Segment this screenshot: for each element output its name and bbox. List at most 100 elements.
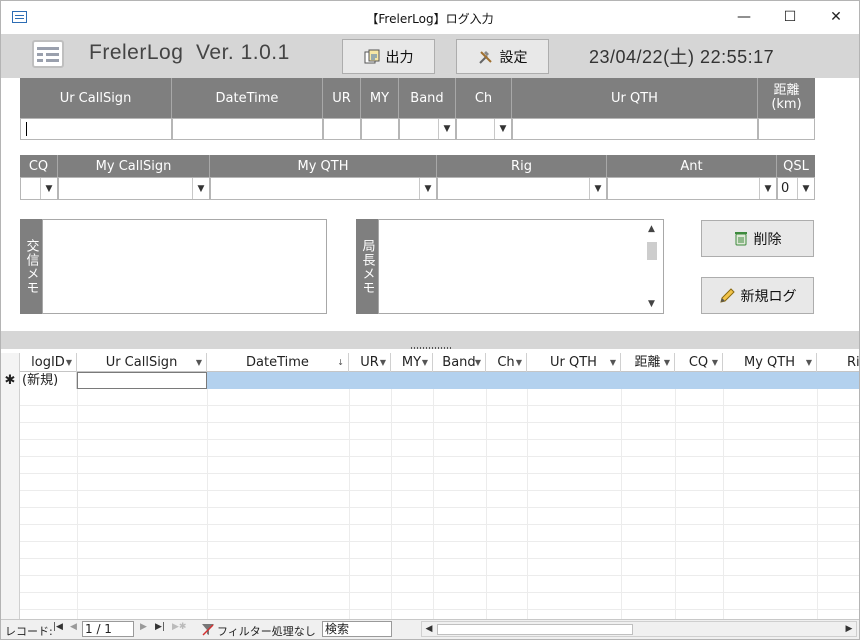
chevron-down-icon[interactable]: ▼: [589, 178, 606, 199]
current-record-input[interactable]: 1 / 1: [82, 621, 134, 637]
column-header-distance[interactable]: 距離 ▼: [621, 353, 675, 372]
header-ur: UR: [323, 78, 361, 118]
column-header-logid[interactable]: logID ▼: [20, 353, 77, 372]
pencil-icon: [719, 287, 735, 303]
scroll-thumb[interactable]: [437, 624, 633, 635]
horizontal-scrollbar[interactable]: ◀ ▶: [421, 621, 857, 637]
scroll-thumb[interactable]: [647, 242, 657, 260]
select-all-corner[interactable]: [1, 353, 20, 372]
qsl-select[interactable]: 0 ▼: [777, 177, 815, 200]
app-logo-icon: [32, 40, 64, 68]
datasheet-header: logID ▼ Ur CallSign ▼ DateTime ↓ UR ▼ MY ▼ Ba…: [1, 353, 859, 372]
ch-select[interactable]: ▼: [456, 118, 512, 140]
record-navigation-bar: レコード: |◀ ◀ 1 / 1 ▶ ▶| ▶✱ フィルター処理なし 検索 ◀ …: [1, 619, 859, 639]
chevron-down-icon[interactable]: ▼: [797, 178, 814, 199]
cq-select[interactable]: ▼: [20, 177, 58, 200]
new-log-button-label: 新規ログ: [740, 288, 797, 305]
my-qth-select[interactable]: ▼: [210, 177, 437, 200]
my-report-input[interactable]: [361, 118, 399, 140]
column-header-ur-qth[interactable]: Ur QTH ▼: [527, 353, 621, 372]
column-header-datetime[interactable]: DateTime ↓: [207, 353, 349, 372]
rig-select[interactable]: ▼: [437, 177, 607, 200]
ur-report-input[interactable]: [323, 118, 361, 140]
last-record-icon[interactable]: ▶|: [155, 622, 165, 632]
column-header-cq[interactable]: CQ ▼: [675, 353, 723, 372]
output-button-label: 出力: [385, 49, 414, 66]
search-input[interactable]: 検索: [322, 621, 392, 637]
my-callsign-select[interactable]: ▼: [58, 177, 210, 200]
chevron-up-icon[interactable]: ▲: [644, 224, 659, 234]
minimize-button[interactable]: —: [721, 1, 767, 34]
column-header-ur-callsign[interactable]: Ur CallSign ▼: [77, 353, 207, 372]
new-record-row[interactable]: ✱ (新規): [1, 372, 859, 389]
column-header-band[interactable]: Band ▼: [433, 353, 486, 372]
trash-icon: [734, 232, 747, 246]
header-band: Band: [399, 78, 456, 118]
datasheet-gridlines: [20, 389, 859, 619]
column-header-rig[interactable]: Ri: [817, 353, 859, 372]
header-cq: CQ: [20, 155, 58, 177]
previous-record-icon[interactable]: ◀: [70, 622, 77, 632]
first-record-icon[interactable]: |◀: [53, 622, 63, 632]
column-header-my[interactable]: MY ▼: [391, 353, 433, 372]
header-datetime: DateTime: [172, 78, 323, 118]
form-splitter[interactable]: [1, 331, 859, 349]
chevron-down-icon[interactable]: ▼: [644, 299, 659, 309]
delete-button-label: 削除: [753, 231, 782, 248]
chevron-down-icon[interactable]: ▼: [192, 178, 209, 199]
chevron-left-icon[interactable]: ◀: [422, 622, 436, 636]
new-record-marker: ✱: [1, 372, 20, 389]
settings-button-label: 設定: [499, 49, 528, 66]
distance-input[interactable]: [758, 118, 815, 140]
chevron-down-icon[interactable]: ▼: [438, 119, 455, 139]
column-header-ur[interactable]: UR ▼: [349, 353, 391, 372]
ur-callsign-input[interactable]: [20, 118, 172, 140]
memo-scrollbar[interactable]: ▲ ▼: [644, 224, 659, 309]
output-button[interactable]: 出力: [342, 39, 435, 74]
ur-qth-input[interactable]: [512, 118, 758, 140]
station-memo-textarea[interactable]: ▲ ▼: [378, 219, 664, 314]
app-name: FrelerLog Ver. 1.0.1: [89, 41, 290, 64]
delete-button[interactable]: 削除: [701, 220, 814, 257]
header-my-callsign: My CallSign: [58, 155, 210, 177]
tools-icon: [478, 50, 492, 64]
settings-button[interactable]: 設定: [456, 39, 549, 74]
chevron-down-icon[interactable]: ▼: [419, 178, 436, 199]
title-bar: 【FrelerLog】ログ入力 — ☐ ✕: [1, 1, 859, 34]
new-record-icon[interactable]: ▶✱: [172, 622, 186, 632]
ant-select[interactable]: ▼: [607, 177, 777, 200]
header-my: MY: [361, 78, 399, 118]
header-distance: 距離 (km): [758, 78, 815, 118]
filter-off-icon[interactable]: [201, 623, 215, 636]
close-button[interactable]: ✕: [813, 1, 859, 34]
app-window: 【FrelerLog】ログ入力 — ☐ ✕ FrelerLog Ver. 1.0…: [0, 0, 860, 640]
header-rig: Rig: [437, 155, 607, 177]
maximize-button[interactable]: ☐: [767, 1, 813, 34]
current-datetime: 23/04/22(土) 22:55:17: [589, 47, 775, 67]
column-header-my-qth[interactable]: My QTH ▼: [723, 353, 817, 372]
record-selector-column[interactable]: [1, 353, 20, 619]
chevron-down-icon[interactable]: ▼: [494, 119, 511, 139]
log-datasheet: logID ▼ Ur CallSign ▼ DateTime ↓ UR ▼ MY ▼ Ba…: [1, 353, 859, 619]
logid-cell[interactable]: (新規): [20, 372, 77, 389]
qso-memo-label: 交信メモ: [20, 219, 42, 314]
column-header-ch[interactable]: Ch ▼: [486, 353, 527, 372]
header-ur-callsign: Ur CallSign: [20, 78, 172, 118]
header-qsl: QSL: [777, 155, 815, 177]
selected-cells[interactable]: [207, 372, 859, 389]
chevron-right-icon[interactable]: ▶: [842, 622, 856, 636]
header-band: FrelerLog Ver. 1.0.1 出力 設定 23/04/22(土) 2…: [1, 34, 859, 78]
new-log-button[interactable]: 新規ログ: [701, 277, 814, 314]
band-select[interactable]: ▼: [399, 118, 456, 140]
next-record-icon[interactable]: ▶: [140, 622, 147, 632]
chevron-down-icon[interactable]: ▼: [759, 178, 776, 199]
qso-memo-textarea[interactable]: [42, 219, 327, 314]
ur-callsign-cell[interactable]: [77, 372, 207, 389]
filter-status[interactable]: フィルター処理なし: [217, 623, 316, 639]
datetime-input[interactable]: [172, 118, 323, 140]
header-my-qth: My QTH: [210, 155, 437, 177]
chevron-down-icon[interactable]: ▼: [40, 178, 57, 199]
export-icon: [364, 49, 379, 63]
header-ur-qth: Ur QTH: [512, 78, 758, 118]
qsl-value: 0: [781, 181, 790, 196]
